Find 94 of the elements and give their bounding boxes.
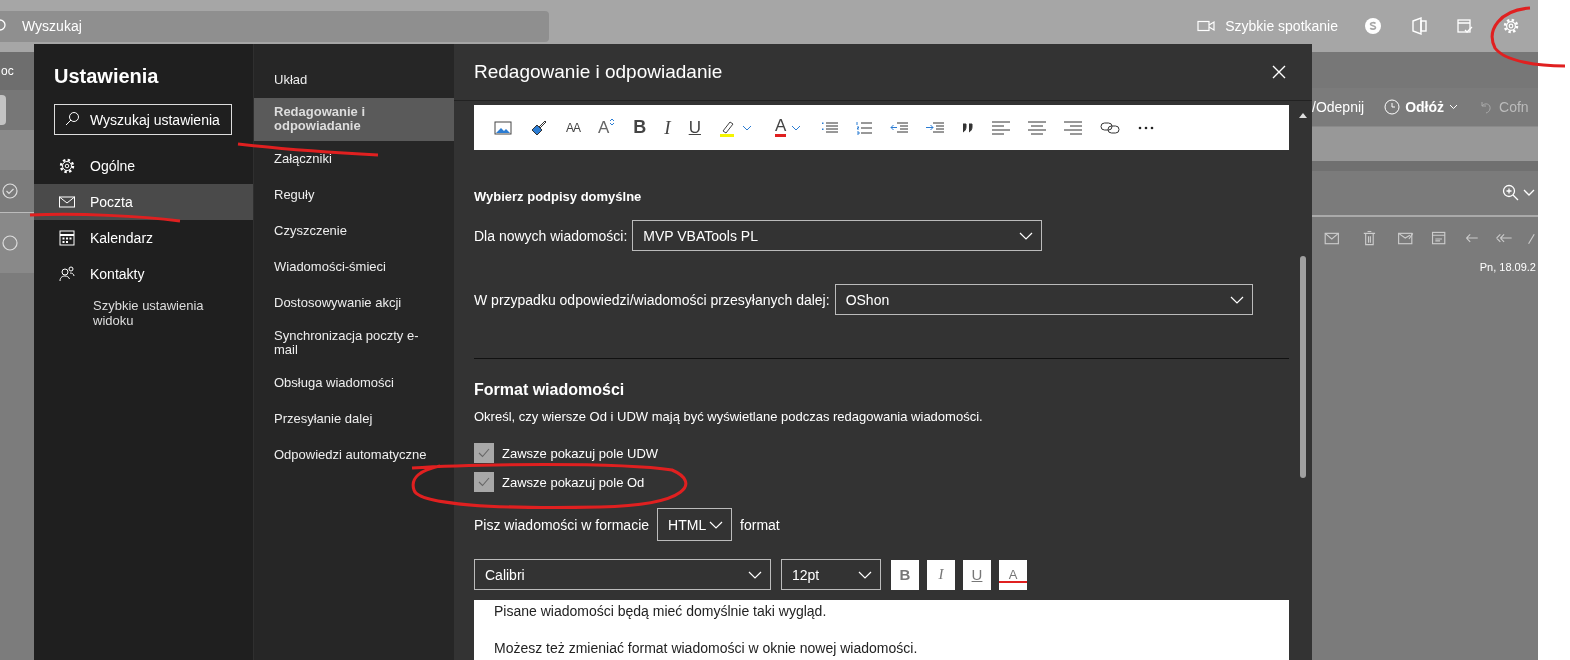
align-left-icon[interactable] <box>992 120 1011 135</box>
skype-icon[interactable] <box>1364 17 1382 35</box>
search-field[interactable]: Wyszukaj <box>0 10 549 42</box>
clock-icon <box>1384 99 1401 115</box>
font-color-button[interactable]: A <box>774 118 805 137</box>
quote-icon[interactable] <box>962 122 975 133</box>
radio-circle-icon[interactable] <box>2 235 18 251</box>
mail-icon <box>58 193 76 211</box>
preview-text: Pisane wiadomości będą mieć domyślnie taki wygląd. <box>494 603 828 621</box>
preview-text: Możesz też zmieniać format wiadomości w oknie nowej wiadomości. <box>494 640 919 658</box>
settings-section[interactable]: Czyszczenie <box>254 213 454 249</box>
format-dropdown[interactable]: HTML <box>657 508 733 541</box>
field-label: Pisz wiadomości w formacie <box>474 516 650 533</box>
caret-icon <box>858 570 872 579</box>
settings-section[interactable]: Załączniki <box>254 141 454 177</box>
settings-category[interactable]: Kalendarz <box>34 220 253 256</box>
section-heading: Format wiadomości <box>474 381 626 399</box>
settings-title: Ustawienia <box>53 64 160 89</box>
font-color-button[interactable]: A <box>999 559 1027 590</box>
calendar-icon <box>58 229 76 247</box>
caret-icon <box>709 520 724 529</box>
font-size-dropdown[interactable]: 12pt <box>781 559 881 590</box>
check-icon <box>478 448 490 458</box>
field-label: Dla nowych wiadomości: <box>474 227 628 244</box>
signature-dropdown[interactable]: MVP VBATools PL <box>632 220 1043 251</box>
italic-button[interactable]: I <box>927 559 955 590</box>
settings-icon[interactable] <box>1502 17 1520 35</box>
italic-button[interactable]: I <box>664 116 671 139</box>
close-icon[interactable] <box>1272 65 1286 79</box>
checklist-icon[interactable] <box>1456 17 1474 35</box>
grow-font-button[interactable]: A <box>598 117 616 138</box>
settings-icon <box>58 157 76 175</box>
quick-settings-link[interactable]: Szybkie ustawienia widoku <box>34 292 253 328</box>
office-icon[interactable] <box>1410 17 1428 35</box>
settings-section[interactable]: Reguły <box>254 177 454 213</box>
check-circle-icon[interactable] <box>2 183 18 199</box>
settings-section[interactable]: Dostosowywanie akcji <box>254 285 454 321</box>
align-right-icon[interactable] <box>1064 120 1083 135</box>
arrows-icon <box>609 117 616 126</box>
search-icon <box>0 18 8 33</box>
bold-button[interactable]: B <box>633 117 647 138</box>
snooze-button[interactable]: Odłóż <box>1384 99 1459 115</box>
message-row[interactable] <box>0 213 34 273</box>
settings-section[interactable]: Układ <box>254 62 454 98</box>
field-label: W przypadku odpowiedzi/wiadomości przesyłanych dalej: <box>474 291 830 308</box>
underline-button[interactable]: U <box>963 559 991 590</box>
settings-search-field[interactable]: Wyszukaj ustawienia <box>54 104 232 135</box>
unpin-button[interactable]: /Odepnij <box>1312 99 1365 115</box>
scroll-up-icon[interactable] <box>1298 113 1307 118</box>
new-message-button[interactable] <box>0 95 6 125</box>
settings-section[interactable]: Przesyłanie dalej <box>254 401 454 437</box>
image-icon[interactable] <box>494 119 512 136</box>
tab-label: oc <box>1 64 14 78</box>
people-icon <box>58 265 76 283</box>
caret-icon <box>1019 231 1034 240</box>
caret-icon <box>1449 104 1459 110</box>
settings-section[interactable]: Wiadomości-śmieci <box>254 249 454 285</box>
caret-icon <box>748 570 762 579</box>
checkbox[interactable] <box>474 443 494 463</box>
zoom-icon[interactable] <box>1502 184 1536 202</box>
checkbox-label: Zawsze pokazuj pole Od <box>502 474 645 490</box>
underline-button[interactable]: U <box>688 117 701 138</box>
paintbrush-icon[interactable] <box>530 118 548 137</box>
settings-section[interactable]: Redagowanie i odpowiadanie <box>254 98 454 141</box>
filter-bar <box>0 130 34 170</box>
more-icon[interactable] <box>1138 125 1155 130</box>
checkbox[interactable] <box>474 472 494 492</box>
section-description: Określ, czy wiersze Od i UDW mają być wyświetlane podczas redagowania wiadomości. <box>474 409 984 424</box>
signature-dropdown[interactable]: OShon <box>834 284 1253 315</box>
bold-button[interactable]: B <box>891 559 919 590</box>
checkbox-label: Zawsze pokazuj pole UDW <box>502 445 659 461</box>
settings-category[interactable]: Kontakty <box>34 256 253 292</box>
numbered-list-icon[interactable] <box>856 120 873 135</box>
settings-category[interactable]: Poczta <box>34 184 253 220</box>
link-icon[interactable] <box>1100 120 1121 135</box>
caret-icon <box>1229 295 1244 304</box>
settings-section[interactable]: Obsługa wiadomości <box>254 365 454 401</box>
panel-title: Redagowanie i odpowiadanie <box>474 61 723 83</box>
video-camera-icon[interactable] <box>1197 20 1216 32</box>
settings-category[interactable]: Ogólne <box>34 148 253 184</box>
font-size-button[interactable]: AA <box>566 120 580 135</box>
decrease-indent-icon[interactable] <box>890 120 909 135</box>
bullet-list-icon[interactable] <box>822 120 839 135</box>
search-icon <box>64 111 80 127</box>
scrollbar-thumb[interactable] <box>1299 256 1306 478</box>
settings-section[interactable]: Odpowiedzi automatyczne <box>254 437 454 473</box>
font-dropdown[interactable]: Calibri <box>474 559 771 590</box>
increase-indent-icon[interactable] <box>926 120 945 135</box>
field-label: format <box>740 516 780 533</box>
align-center-icon[interactable] <box>1028 120 1047 135</box>
section-heading: Wybierz podpisy domyślne <box>474 189 643 204</box>
check-icon <box>478 477 490 487</box>
message-date: Pn, 18.09.2 <box>1479 261 1536 273</box>
settings-section[interactable]: Synchronizacja poczty e-mail <box>254 321 454 365</box>
